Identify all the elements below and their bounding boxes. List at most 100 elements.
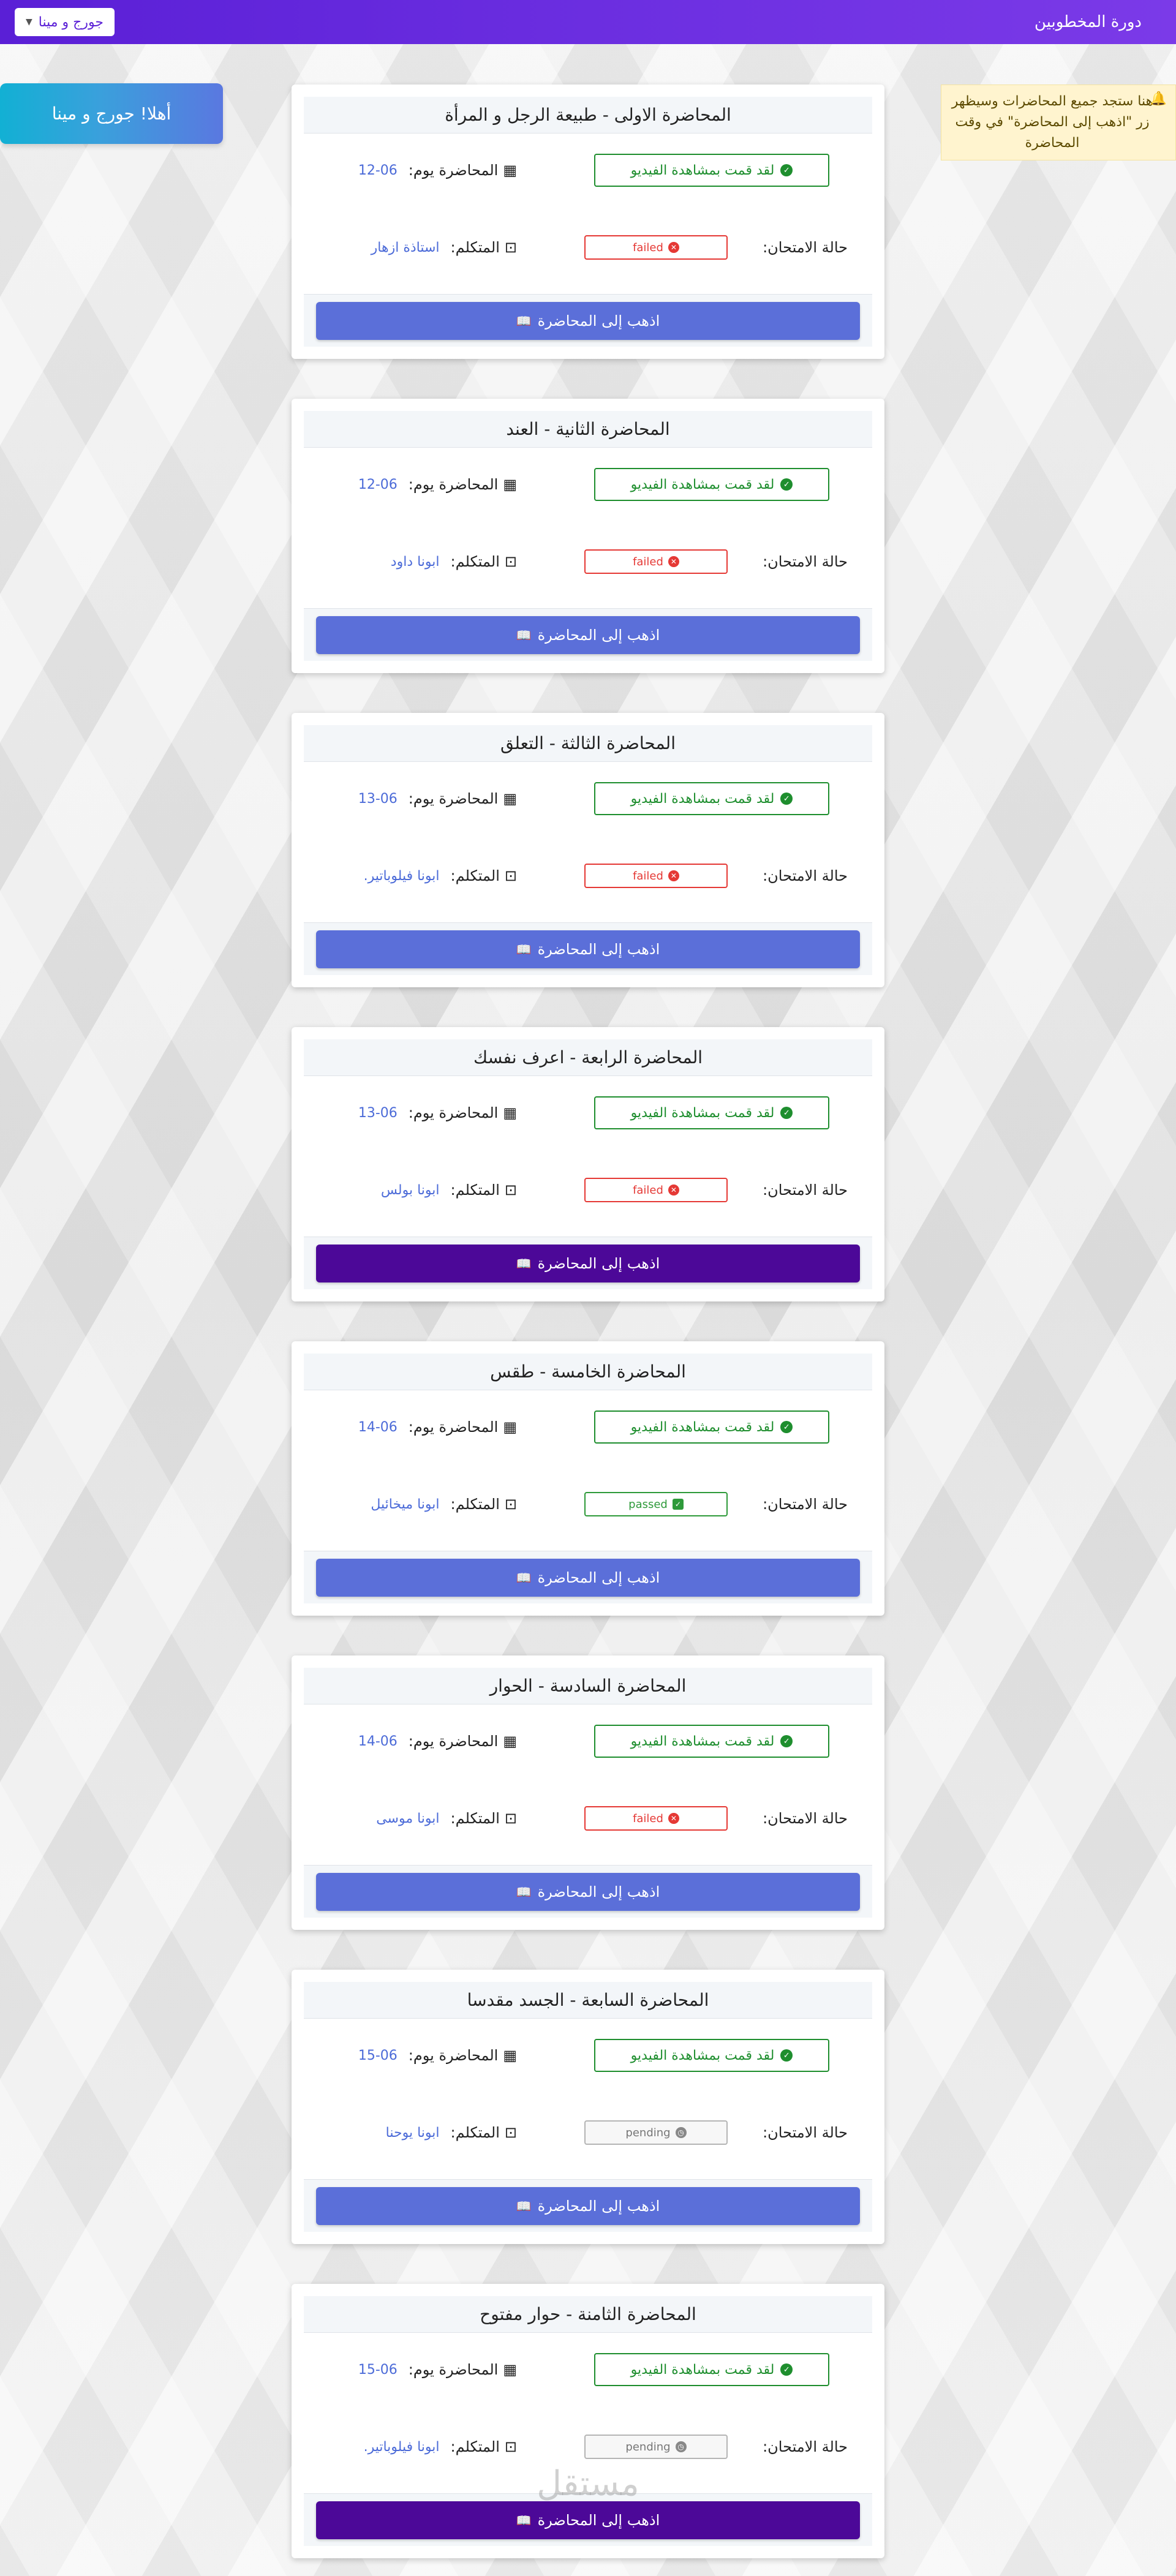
- lecture-speaker-group: ⊡ المتكلم: ابونا داود: [391, 553, 517, 570]
- go-to-lecture-button[interactable]: اذهب إلى المحاضرة 📖: [316, 616, 860, 654]
- lecture-card: المحاضرة الثانية - العند ▦ المحاضرة يوم:…: [292, 399, 884, 673]
- lecture-exam-row: ⊡ المتكلم: ابونا بولس حالة الامتحان: ✕ f…: [304, 1172, 872, 1208]
- pending-status-icon: ◷: [675, 2127, 687, 2138]
- check-circle-icon: ✓: [780, 164, 793, 176]
- caret-down-icon: ▼: [26, 17, 32, 27]
- lecture-day-text: المحاضرة يوم:: [408, 162, 499, 179]
- video-watched-text: لقد قمت بمشاهدة الفيديو: [630, 2047, 775, 2063]
- speaker-name: ابونا فيلوباتير.: [363, 2439, 440, 2455]
- lecture-info-row: ▦ المحاضرة يوم: 15-06 ✓ لقد قمت بمشاهدة …: [304, 2351, 872, 2388]
- exam-status-label: حالة الامتحان:: [763, 2438, 848, 2455]
- lecture-card-footer: اذهب إلى المحاضرة 📖: [304, 2179, 872, 2232]
- lecture-card-footer: اذهب إلى المحاضرة 📖: [304, 922, 872, 975]
- calendar-icon: ▦: [503, 2047, 517, 2064]
- calendar-icon: ▦: [503, 162, 517, 179]
- lecture-day-label: ▦ المحاضرة يوم:: [409, 162, 517, 179]
- exam-status-label: حالة الامتحان:: [763, 1810, 848, 1827]
- go-to-lecture-label: اذهب إلى المحاضرة: [537, 626, 660, 644]
- lecture-title: المحاضرة الثامنة - حوار مفتوح: [304, 2296, 872, 2333]
- exam-status-text: failed: [633, 555, 663, 568]
- chalkboard-teacher-icon: ⊡: [504, 1181, 517, 1199]
- lecture-title: المحاضرة الثانية - العند: [304, 411, 872, 448]
- lecture-date: 13-06: [358, 1105, 398, 1121]
- speaker-label: ⊡ المتكلم:: [451, 867, 517, 884]
- chalkboard-teacher-icon: ⊡: [504, 1810, 517, 1827]
- lecture-date: 14-06: [358, 1733, 398, 1749]
- lecture-day-label: ▦ المحاضرة يوم:: [409, 2361, 517, 2378]
- chalkboard-teacher-icon: ⊡: [504, 1496, 517, 1513]
- go-to-lecture-button[interactable]: اذهب إلى المحاضرة 📖: [316, 1558, 860, 1597]
- lecture-day-label: ▦ المحاضرة يوم:: [409, 2047, 517, 2064]
- go-to-lecture-label: اذهب إلى المحاضرة: [537, 940, 660, 958]
- lecture-exam-row: ⊡ المتكلم: ابونا داود حالة الامتحان: ✕ f…: [304, 543, 872, 580]
- lecture-exam-row: ⊡ المتكلم: ابونا موسى حالة الامتحان: ✕ f…: [304, 1800, 872, 1837]
- speaker-name: ابونا يوحنا: [385, 2125, 440, 2141]
- lectures-list: المحاضرة الاولى - طبيعة الرجل و المرأة ▦…: [292, 85, 884, 2576]
- speaker-label-text: المتكلم:: [450, 2438, 500, 2455]
- go-to-lecture-button[interactable]: اذهب إلى المحاضرة 📖: [316, 930, 860, 968]
- book-open-icon: 📖: [516, 1570, 532, 1585]
- lecture-day-text: المحاضرة يوم:: [408, 1104, 499, 1121]
- lecture-title: المحاضرة الخامسة - طقس: [304, 1354, 872, 1390]
- speaker-label: ⊡ المتكلم:: [451, 2438, 517, 2455]
- lecture-speaker-group: ⊡ المتكلم: استاذة ازهار: [371, 239, 517, 256]
- calendar-icon: ▦: [503, 1418, 517, 1436]
- speaker-label-text: المتكلم:: [450, 1496, 500, 1513]
- lecture-info-row: ▦ المحاضرة يوم: 14-06 ✓ لقد قمت بمشاهدة …: [304, 1409, 872, 1445]
- book-open-icon: 📖: [516, 1884, 532, 1899]
- video-watched-badge: ✓ لقد قمت بمشاهدة الفيديو: [594, 1096, 829, 1129]
- calendar-icon: ▦: [503, 1104, 517, 1121]
- exam-status-label: حالة الامتحان:: [763, 553, 848, 570]
- go-to-lecture-label: اذهب إلى المحاضرة: [537, 312, 660, 330]
- exam-status-label: حالة الامتحان:: [763, 239, 848, 256]
- pending-status-icon: ◷: [675, 2441, 687, 2452]
- video-watched-badge: ✓ لقد قمت بمشاهدة الفيديو: [594, 782, 829, 815]
- failed-status-icon: ✕: [668, 556, 679, 567]
- lecture-date: 14-06: [358, 1419, 398, 1435]
- lecture-date-group: ▦ المحاضرة يوم: 15-06: [358, 2361, 517, 2378]
- go-to-lecture-button[interactable]: اذهب إلى المحاضرة 📖: [316, 301, 860, 340]
- go-to-lecture-button[interactable]: اذهب إلى المحاضرة 📖: [316, 1872, 860, 1911]
- lecture-info-row: ▦ المحاضرة يوم: 15-06 ✓ لقد قمت بمشاهدة …: [304, 2037, 872, 2074]
- lecture-date: 15-06: [358, 2047, 398, 2063]
- exam-status-label: حالة الامتحان:: [763, 867, 848, 884]
- lecture-card: المحاضرة الاولى - طبيعة الرجل و المرأة ▦…: [292, 85, 884, 359]
- go-to-lecture-button[interactable]: اذهب إلى المحاضرة 📖: [316, 2186, 860, 2225]
- exam-status-badge: ◷ pending: [584, 2120, 728, 2145]
- video-watched-badge: ✓ لقد قمت بمشاهدة الفيديو: [594, 1410, 829, 1444]
- speaker-label-text: المتكلم:: [450, 239, 500, 256]
- go-to-lecture-button[interactable]: اذهب إلى المحاضرة 📖: [316, 1244, 860, 1282]
- chalkboard-teacher-icon: ⊡: [504, 867, 517, 884]
- go-to-lecture-button[interactable]: اذهب إلى المحاضرة 📖: [316, 2501, 860, 2539]
- lecture-speaker-group: ⊡ المتكلم: ابونا بولس: [381, 1181, 517, 1199]
- lecture-date-group: ▦ المحاضرة يوم: 13-06: [358, 1104, 517, 1121]
- passed-status-icon: ✓: [672, 1499, 684, 1510]
- lecture-exam-row: ⊡ المتكلم: ابونا فيلوباتير. حالة الامتحا…: [304, 2428, 872, 2465]
- book-open-icon: 📖: [516, 2198, 532, 2213]
- lecture-date-group: ▦ المحاضرة يوم: 12-06: [358, 162, 517, 179]
- speaker-label: ⊡ المتكلم:: [451, 1810, 517, 1827]
- speaker-label-text: المتكلم:: [450, 2124, 500, 2141]
- lecture-card: المحاضرة السابعة - الجسد مقدسا ▦ المحاضر…: [292, 1970, 884, 2244]
- lecture-date-group: ▦ المحاضرة يوم: 15-06: [358, 2047, 517, 2064]
- lecture-date-group: ▦ المحاضرة يوم: 12-06: [358, 476, 517, 493]
- speaker-label: ⊡ المتكلم:: [451, 2124, 517, 2141]
- lecture-title: المحاضرة الثالثة - التعلق: [304, 725, 872, 762]
- video-watched-badge: ✓ لقد قمت بمشاهدة الفيديو: [594, 1725, 829, 1758]
- go-to-lecture-label: اذهب إلى المحاضرة: [537, 1569, 660, 1586]
- lecture-card: المحاضرة الثالثة - التعلق ▦ المحاضرة يوم…: [292, 713, 884, 987]
- user-menu-dropdown[interactable]: جورج و مينا ▼: [15, 8, 115, 36]
- lecture-card-footer: اذهب إلى المحاضرة 📖: [304, 2493, 872, 2546]
- speaker-name: ابونا ميخائيل: [371, 1496, 440, 1512]
- lecture-day-label: ▦ المحاضرة يوم:: [409, 1733, 517, 1750]
- lecture-card-footer: اذهب إلى المحاضرة 📖: [304, 1865, 872, 1918]
- lecture-day-label: ▦ المحاضرة يوم:: [409, 1104, 517, 1121]
- go-to-lecture-label: اذهب إلى المحاضرة: [537, 1883, 660, 1900]
- speaker-name: ابونا فيلوباتير.: [363, 868, 440, 884]
- brand-title[interactable]: دورة المخطوبين: [1035, 13, 1142, 31]
- user-menu-label: جورج و مينا: [38, 14, 104, 30]
- book-open-icon: 📖: [516, 941, 532, 957]
- exam-status-badge: ✕ failed: [584, 549, 728, 574]
- lecture-speaker-group: ⊡ المتكلم: ابونا فيلوباتير.: [364, 867, 517, 884]
- lecture-card-footer: اذهب إلى المحاضرة 📖: [304, 608, 872, 661]
